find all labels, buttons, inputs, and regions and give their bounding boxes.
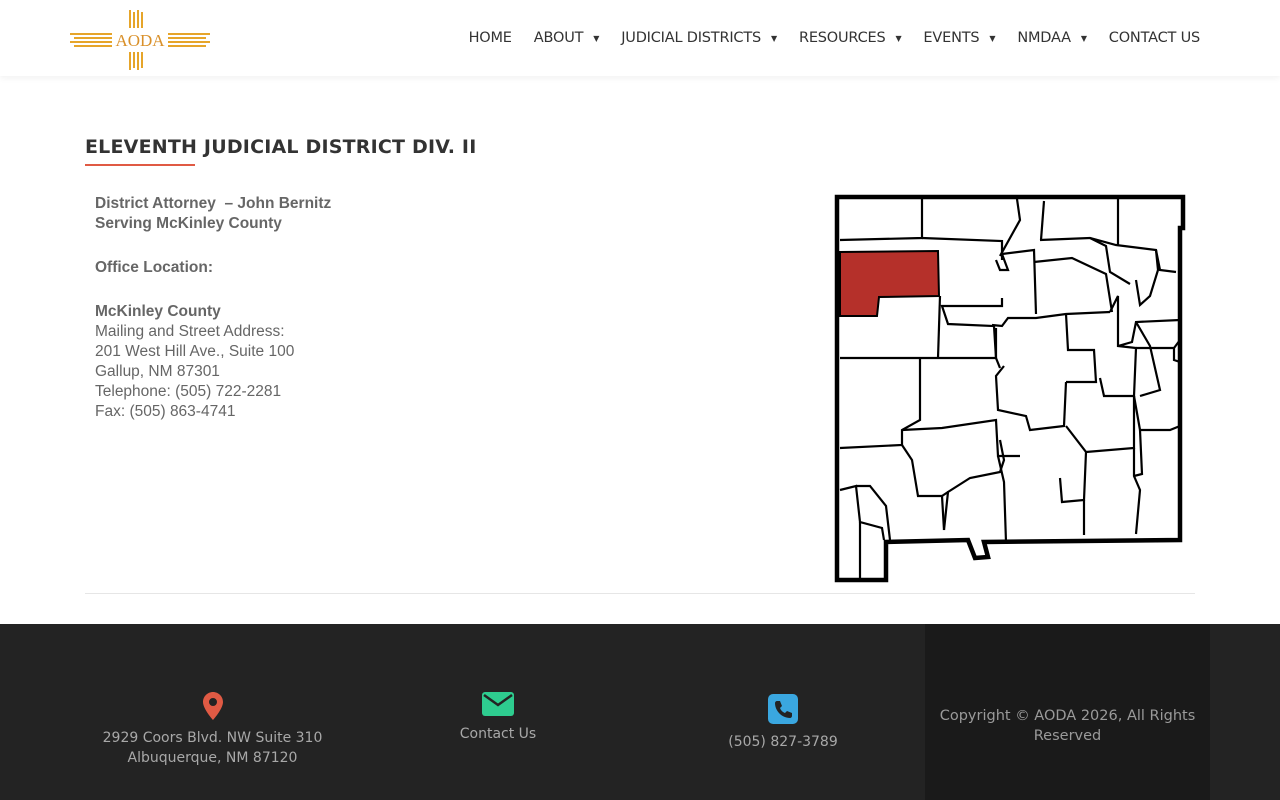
caret-down-icon: ▼ xyxy=(989,33,996,43)
street-address: 201 West Hill Ave., Suite 100 xyxy=(95,343,295,360)
nav-about[interactable]: ABOUT ▼ xyxy=(534,30,600,46)
main-nav: HOME ABOUT ▼ JUDICIAL DISTRICTS ▼ RESOURCE… xyxy=(469,0,1201,76)
site-header: AODA HOME ABOUT ▼ JUDICIAL DISTRICTS ▼ RES… xyxy=(0,0,1280,76)
site-footer: 2929 Coors Blvd. NW Suite 310 Albuquerqu… xyxy=(0,624,1280,800)
telephone: Telephone: (505) 722-2281 xyxy=(95,383,282,400)
location-pin-icon xyxy=(202,692,223,720)
title-underline xyxy=(85,164,195,166)
office-location-label: Office Location: xyxy=(95,259,213,276)
nav-home[interactable]: HOME xyxy=(469,30,512,46)
phone-icon xyxy=(768,694,798,724)
footer-address: 2929 Coors Blvd. NW Suite 310 Albuquerqu… xyxy=(85,692,340,768)
city-state-zip: Gallup, NM 87301 xyxy=(95,363,220,380)
footer-phone-number[interactable]: (505) 827-3789 xyxy=(683,732,883,752)
caret-down-icon: ▼ xyxy=(895,33,902,43)
nav-judicial-districts[interactable]: JUDICIAL DISTRICTS ▼ xyxy=(621,30,777,46)
nav-events[interactable]: EVENTS ▼ xyxy=(923,30,995,46)
footer-contact-link[interactable]: Contact Us xyxy=(398,724,598,744)
district-info: District Attorney – John Bernitz Serving… xyxy=(95,194,331,422)
nav-contact-us[interactable]: CONTACT US xyxy=(1109,30,1200,46)
footer-phone: (505) 827-3789 xyxy=(683,694,883,752)
address-label: Mailing and Street Address: xyxy=(95,323,285,340)
county-name: McKinley County xyxy=(95,303,221,320)
caret-down-icon: ▼ xyxy=(593,33,600,43)
svg-text:AODA: AODA xyxy=(115,31,165,50)
serving-county: Serving McKinley County xyxy=(95,215,282,232)
footer-contact[interactable]: Contact Us xyxy=(398,692,598,744)
new-mexico-county-map xyxy=(834,194,1186,583)
caret-down-icon: ▼ xyxy=(1080,33,1087,43)
nav-nmdaa[interactable]: NMDAA ▼ xyxy=(1017,30,1087,46)
district-attorney: District Attorney – John Bernitz xyxy=(95,195,332,212)
caret-down-icon: ▼ xyxy=(771,33,777,43)
envelope-icon xyxy=(482,692,514,716)
fax: Fax: (505) 863-4741 xyxy=(95,403,236,420)
copyright-text: Copyright © AODA 2026, All Rights Reserv… xyxy=(939,708,1196,744)
aoda-logo[interactable]: AODA xyxy=(70,10,210,70)
page-title: ELEVENTH JUDICIAL DISTRICT DIV. II xyxy=(85,136,477,158)
content-divider xyxy=(85,593,1195,594)
footer-address-line2: Albuquerque, NM 87120 xyxy=(127,750,298,766)
footer-address-line1: 2929 Coors Blvd. NW Suite 310 xyxy=(102,730,323,746)
nav-resources[interactable]: RESOURCES ▼ xyxy=(799,30,902,46)
